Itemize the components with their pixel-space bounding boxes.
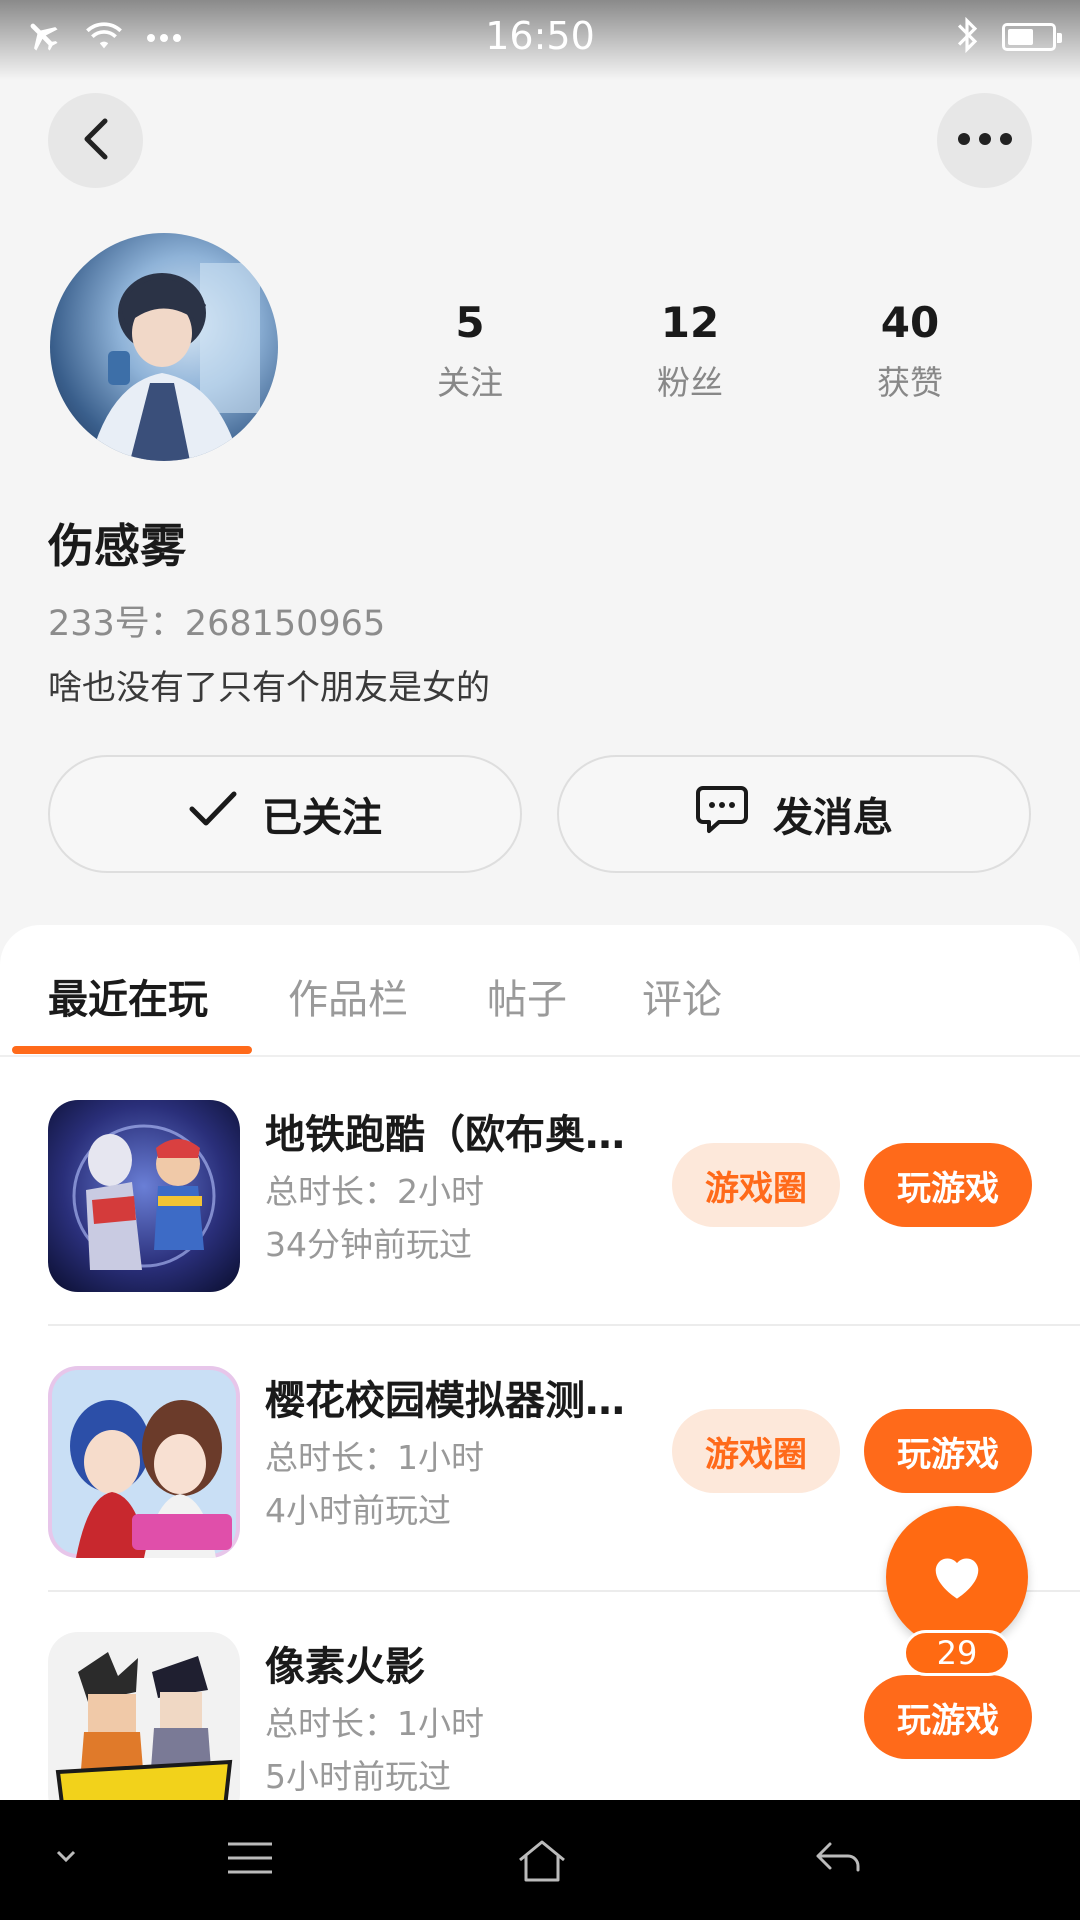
followed-button[interactable]: 已关注 [48,755,522,873]
avatar-illustration [90,263,260,461]
game-title: 地铁跑酷（欧布奥特曼版） [265,1112,645,1158]
play-game-button[interactable]: 玩游戏 [864,1409,1032,1493]
menu-icon[interactable] [224,1838,276,1882]
stat-following[interactable]: 5 关注 [360,296,580,404]
system-nav-bar [0,1800,1080,1920]
status-bar: 16:50 [0,0,1080,80]
checkmark-icon [188,789,238,839]
play-game-button[interactable]: 玩游戏 [864,1143,1032,1227]
stat-label: 关注 [437,363,503,402]
profile-bio: 啥也没有了只有个朋友是女的 [48,668,490,708]
game-duration: 总时长：1小时 [265,1704,484,1743]
home-icon[interactable] [516,1838,568,1888]
game-title: 像素火影 [265,1644,425,1690]
stat-value: 12 [660,298,720,347]
game-row[interactable]: 地铁跑酷（欧布奥特曼版） 总时长：2小时 34分钟前玩过 游戏圈 玩游戏 [0,1060,1080,1326]
game-title: 樱花校园模拟器测试版 [265,1378,645,1424]
tabs-divider [0,1055,1080,1057]
more-button[interactable] [937,93,1032,188]
followed-button-label: 已关注 [262,795,382,841]
game-icon-sakura [48,1366,240,1558]
avatar[interactable] [50,233,278,461]
game-last-played: 4小时前玩过 [265,1491,451,1530]
game-icon-naruto [48,1632,240,1800]
profile-id: 233号：268150965 [48,604,386,644]
like-count-badge: 29 [903,1630,1011,1676]
stat-value: 40 [880,298,940,347]
play-game-button[interactable]: 玩游戏 [864,1675,1032,1759]
more-horizontal-icon [957,131,1013,150]
send-message-button[interactable]: 发消息 [557,755,1031,873]
status-right-icons [954,16,1062,58]
profile-name: 伤感雾 [48,519,186,573]
stat-value: 5 [455,298,485,347]
tab-comments[interactable]: 评论 [642,967,722,1025]
tab-posts[interactable]: 帖子 [487,967,567,1025]
chevron-left-icon [81,117,111,165]
stat-likes[interactable]: 40 获赞 [800,296,1020,404]
like-fab[interactable] [886,1506,1028,1648]
status-time: 16:50 [485,14,595,58]
tab-bar: 最近在玩 作品栏 帖子 评论 [0,925,1080,1055]
game-last-played: 34分钟前玩过 [265,1225,472,1264]
game-duration: 总时长：1小时 [265,1438,484,1477]
bluetooth-icon [954,16,980,58]
tab-recently-played[interactable]: 最近在玩 [48,967,208,1025]
game-icon-subway [48,1100,240,1292]
stat-label: 粉丝 [657,363,723,402]
battery-icon [1002,23,1062,51]
tab-indicator [12,1046,252,1054]
back-button[interactable] [48,93,143,188]
game-circle-button[interactable]: 游戏圈 [672,1143,840,1227]
chevron-down-icon[interactable] [52,1838,80,1882]
chat-bubble-icon [695,784,749,844]
game-circle-button[interactable]: 游戏圈 [672,1409,840,1493]
send-message-label: 发消息 [773,795,893,841]
back-arrow-icon[interactable] [812,1838,864,1882]
game-last-played: 5小时前玩过 [265,1757,451,1796]
profile-stats: 5 关注 12 粉丝 40 获赞 [360,296,1020,404]
stat-followers[interactable]: 12 粉丝 [580,296,800,404]
tab-works[interactable]: 作品栏 [288,967,408,1025]
stat-label: 获赞 [877,363,943,402]
game-duration: 总时长：2小时 [265,1172,484,1211]
heart-icon [928,1549,986,1605]
